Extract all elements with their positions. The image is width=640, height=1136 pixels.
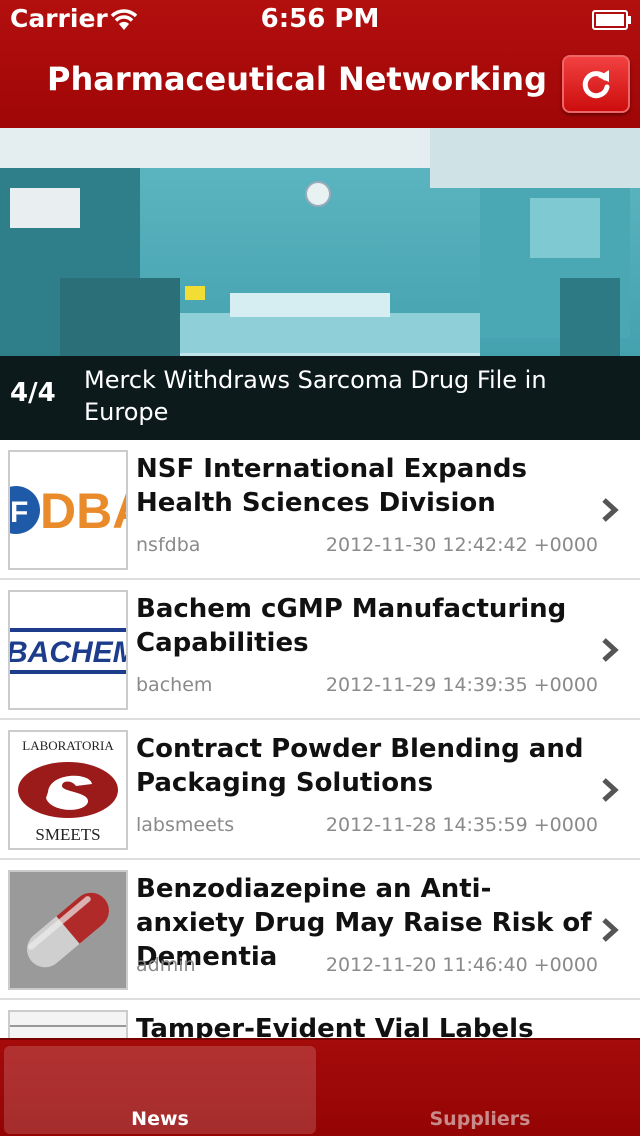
vial-labels-image [10,1012,126,1038]
svg-text:LABORATORIA: LABORATORIA [22,738,114,753]
news-row[interactable]: Tamper-Evident Vial Labels [0,1000,640,1038]
article-thumbnail [8,870,128,990]
article-title: Contract Powder Blending and Packaging S… [136,734,584,798]
tab-news-label: News [131,1108,189,1130]
tab-suppliers-label: Suppliers [429,1108,531,1130]
slide-counter: 4/4 [10,378,56,408]
article-date: 2012-11-29 14:39:35 +0000 [325,674,598,696]
pill-capsule-image [10,872,126,988]
laboratoria-smeets-logo: LABORATORIA SMEETS [10,732,126,848]
article-date: 2012-11-30 12:42:42 +0000 [325,534,598,556]
chevron-right-icon [602,498,619,522]
article-author: nsfdba [136,534,201,556]
clock: 6:56 PM [260,4,380,34]
news-row[interactable]: BACHEM Bachem cGMP Manufacturing Capabil… [0,580,640,720]
article-author: bachem [136,674,213,696]
app-header: Carrier 6:56 PM Pharmaceutical Networkin… [0,0,640,128]
article-thumbnail: F DBA [8,450,128,570]
news-row[interactable]: F DBA NSF International Expands Health S… [0,440,640,580]
chevron-right-icon [602,778,619,802]
article-date: 2012-11-28 14:35:59 +0000 [325,814,598,836]
chevron-right-icon [602,638,619,662]
refresh-button[interactable] [562,55,630,113]
article-date: 2012-11-20 11:46:40 +0000 [325,954,598,976]
svg-text:F: F [10,496,28,529]
banner-caption: 4/4 Merck Withdraws Sarcoma Drug File in… [0,356,640,440]
tab-bar: News Suppliers [0,1038,640,1136]
banner-title: Merck Withdraws Sarcoma Drug File in Eur… [84,366,547,426]
news-row[interactable]: LABORATORIA SMEETS Contract Powder Blend… [0,720,640,860]
article-thumbnail: LABORATORIA SMEETS [8,730,128,850]
news-row[interactable]: Benzodiazepine an Anti-anxiety Drug May … [0,860,640,1000]
page-title: Pharmaceutical Networking [47,60,547,98]
article-title: Bachem cGMP Manufacturing Capabilities [136,594,567,658]
article-thumbnail [8,1010,128,1038]
chevron-right-icon [602,918,619,942]
tab-news[interactable]: News [4,1046,316,1134]
article-author: labsmeets [136,814,235,836]
featured-article-banner[interactable]: 4/4 Merck Withdraws Sarcoma Drug File in… [0,128,640,440]
nsf-logo: F DBA [10,452,126,568]
article-author: admin [136,954,196,976]
article-thumbnail: BACHEM [8,590,128,710]
battery-icon [592,10,631,30]
status-bar: Carrier 6:56 PM [0,0,640,40]
svg-text:BACHEM: BACHEM [10,636,126,669]
bachem-logo: BACHEM [10,592,126,708]
article-title: Tamper-Evident Vial Labels [136,1014,534,1038]
article-title: NSF International Expands Health Science… [136,454,527,518]
refresh-icon [582,70,610,99]
svg-text:SMEETS: SMEETS [35,825,100,844]
tab-suppliers[interactable]: Suppliers [324,1046,636,1134]
news-list[interactable]: F DBA NSF International Expands Health S… [0,440,640,1038]
svg-text:DBA: DBA [40,483,126,539]
